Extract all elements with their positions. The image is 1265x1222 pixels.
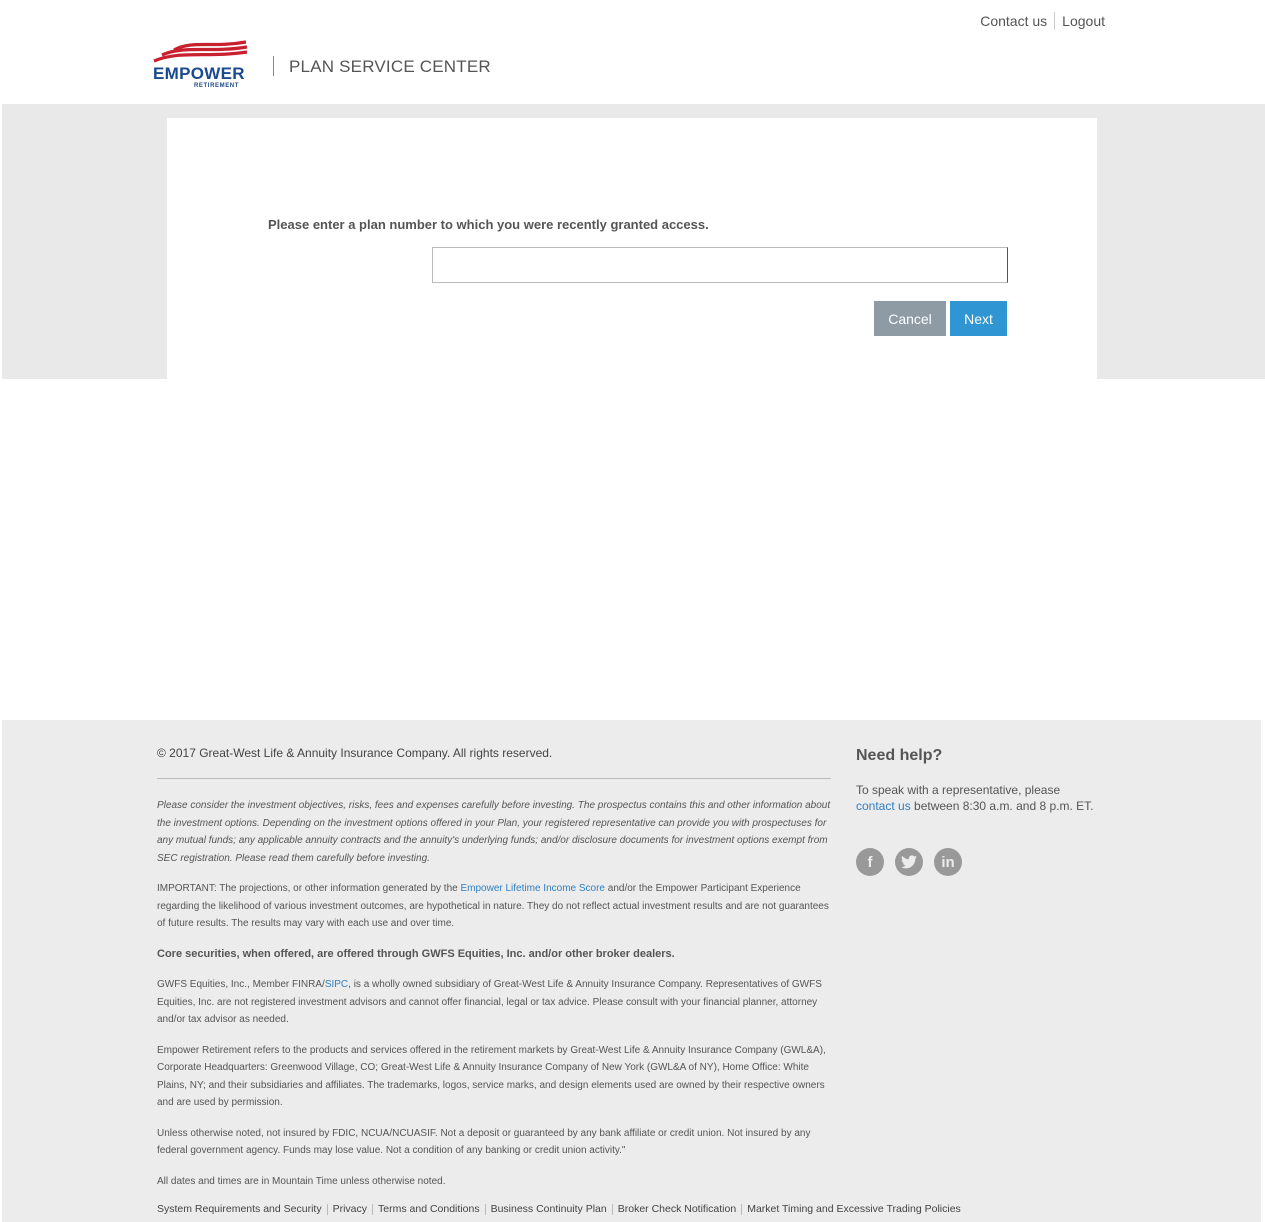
help-contact-us-link[interactable]: contact us xyxy=(856,799,911,813)
lifetime-income-score-link[interactable]: Empower Lifetime Income Score xyxy=(460,883,605,894)
utility-nav: Contact us Logout xyxy=(980,12,1105,30)
logo-wordmark: EMPOWER xyxy=(153,64,245,83)
next-button[interactable]: Next xyxy=(950,301,1007,336)
logout-link[interactable]: Logout xyxy=(1062,13,1105,29)
footer-link-broker-check[interactable]: Broker Check Notification xyxy=(618,1203,736,1215)
footer-link-privacy[interactable]: Privacy xyxy=(333,1203,367,1215)
plan-number-input[interactable] xyxy=(432,247,1008,283)
need-help-heading: Need help? xyxy=(856,747,943,764)
footer-link-market-timing[interactable]: Market Timing and Excessive Trading Poli… xyxy=(747,1203,961,1215)
app-title: PLAN SERVICE CENTER xyxy=(289,57,491,76)
footer-links: System Requirements and Security Privacy… xyxy=(157,1203,961,1215)
gwfs-disclaimer: GWFS Equities, Inc., Member FINRA/SIPC, … xyxy=(157,976,833,1029)
footer-link-system-requirements[interactable]: System Requirements and Security xyxy=(157,1203,322,1215)
logo-subtext: RETIREMENT xyxy=(194,83,239,89)
core-securities-text: Core securities, when offered, are offer… xyxy=(157,947,675,960)
flag-stripes-icon xyxy=(153,40,248,63)
empower-logo[interactable]: EMPOWER RETIREMENT xyxy=(152,40,252,92)
not-insured-disclaimer: Unless otherwise noted, not insured by F… xyxy=(157,1127,811,1157)
need-help-text: To speak with a representative, please c… xyxy=(856,782,1096,814)
contact-us-link[interactable]: Contact us xyxy=(980,13,1047,29)
site-header: Contact us Logout EMPOWER RETIREMENT PLA… xyxy=(0,0,1265,104)
social-links: f in xyxy=(856,848,962,876)
copyright-text: © 2017 Great-West Life & Annuity Insuran… xyxy=(157,746,553,760)
important-text: IMPORTANT: The projections, or other inf… xyxy=(157,883,461,894)
empower-retirement-disclaimer: Empower Retirement refers to the product… xyxy=(157,1044,826,1109)
important-disclaimer: IMPORTANT: The projections, or other inf… xyxy=(157,880,833,933)
mountain-time-note: All dates and times are in Mountain Time… xyxy=(157,1175,446,1187)
twitter-icon[interactable] xyxy=(895,848,923,876)
link-divider xyxy=(741,1203,743,1215)
cancel-button[interactable]: Cancel xyxy=(874,301,946,336)
plan-number-card: Please enter a plan number to which you … xyxy=(167,118,1097,379)
footer-link-terms[interactable]: Terms and Conditions xyxy=(378,1203,480,1215)
nav-divider xyxy=(1054,12,1056,30)
disclaimers: Please consider the investment objective… xyxy=(157,797,833,1203)
sipc-link[interactable]: SIPC xyxy=(325,979,348,990)
header-divider xyxy=(273,56,274,76)
prospectus-disclaimer: Please consider the investment objective… xyxy=(157,800,831,864)
footer-divider xyxy=(157,778,831,779)
link-divider xyxy=(484,1203,486,1215)
twitter-bird-icon xyxy=(901,855,917,869)
link-divider xyxy=(611,1203,613,1215)
link-divider xyxy=(326,1203,328,1215)
help-hours: between 8:30 a.m. and 8 p.m. ET. xyxy=(910,799,1094,813)
link-divider xyxy=(372,1203,374,1215)
plan-number-prompt: Please enter a plan number to which you … xyxy=(268,217,709,232)
linkedin-icon[interactable]: in xyxy=(934,848,962,876)
footer-link-business-continuity[interactable]: Business Continuity Plan xyxy=(491,1203,607,1215)
site-footer: © 2017 Great-West Life & Annuity Insuran… xyxy=(2,720,1261,1222)
facebook-icon[interactable]: f xyxy=(856,848,884,876)
gwfs-text: GWFS Equities, Inc., Member FINRA/ xyxy=(157,979,325,990)
help-text: To speak with a representative, please xyxy=(856,783,1061,797)
